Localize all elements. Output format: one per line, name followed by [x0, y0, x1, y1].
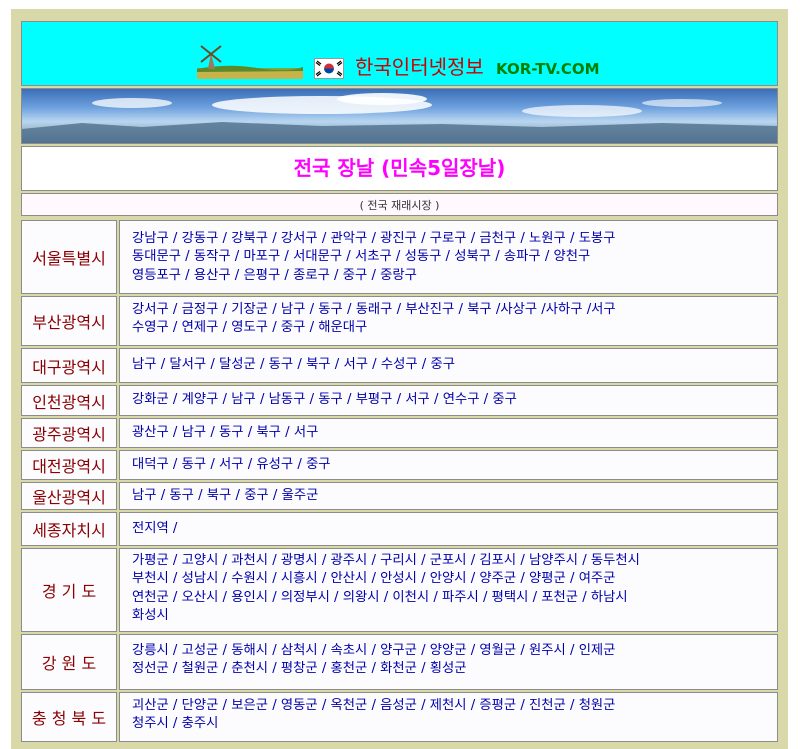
- region-row: 광주광역시 광산구 / 남구 / 동구 / 북구 / 서구: [21, 418, 778, 448]
- region-row: 서울특별시 강남구 / 강동구 / 강북구 / 강서구 / 관악구 / 광진구 …: [21, 220, 778, 294]
- district-links[interactable]: 괴산군 / 단양군 / 보은군 / 영동군 / 옥천군 / 음성군 / 제천시 …: [132, 697, 769, 715]
- district-cell: 대덕구 / 동구 / 서구 / 유성구 / 중구: [119, 450, 778, 480]
- region-row: 부산광역시 강서구 / 금정구 / 기장군 / 남구 / 동구 / 동래구 / …: [21, 296, 778, 346]
- region-label: 세종자치시: [21, 512, 117, 546]
- region-label: 광주광역시: [21, 418, 117, 448]
- site-name[interactable]: 한국인터넷정보: [355, 55, 484, 79]
- district-links[interactable]: 대덕구 / 동구 / 서구 / 유성구 / 중구: [132, 456, 769, 474]
- region-label: 울산광역시: [21, 482, 117, 510]
- district-links[interactable]: 강릉시 / 고성군 / 동해시 / 삼척시 / 속초시 / 양구군 / 양양군 …: [132, 642, 769, 660]
- region-row: 울산광역시 남구 / 동구 / 북구 / 중구 / 울주군: [21, 482, 778, 510]
- region-row: 대구광역시 남구 / 달서구 / 달성군 / 동구 / 북구 / 서구 / 수성…: [21, 348, 778, 383]
- page-title: 전국 장날 (민속5일장날): [293, 156, 506, 180]
- district-links[interactable]: 강서구 / 금정구 / 기장군 / 남구 / 동구 / 동래구 / 부산진구 /…: [132, 301, 769, 319]
- district-links[interactable]: 가평군 / 고양시 / 과천시 / 광명시 / 광주시 / 구리시 / 군포시 …: [132, 552, 769, 570]
- region-row: 강 원 도 강릉시 / 고성군 / 동해시 / 삼척시 / 속초시 / 양구군 …: [21, 634, 778, 690]
- district-links[interactable]: 남구 / 달서구 / 달성군 / 동구 / 북구 / 서구 / 수성구 / 중구: [132, 356, 769, 374]
- district-links[interactable]: 화성시: [132, 607, 769, 625]
- windmill-icon: [197, 45, 303, 79]
- landscape-banner: [21, 88, 778, 144]
- district-links[interactable]: 청주시 / 충주시: [132, 715, 769, 733]
- district-cell: 강서구 / 금정구 / 기장군 / 남구 / 동구 / 동래구 / 부산진구 /…: [119, 296, 778, 346]
- district-cell: 가평군 / 고양시 / 과천시 / 광명시 / 광주시 / 구리시 / 군포시 …: [119, 548, 778, 632]
- region-label: 충 청 북 도: [21, 692, 117, 742]
- district-cell: 광산구 / 남구 / 동구 / 북구 / 서구: [119, 418, 778, 448]
- region-row: 세종자치시 전지역 /: [21, 512, 778, 546]
- clouds-landscape-icon: [22, 93, 777, 143]
- region-label: 부산광역시: [21, 296, 117, 346]
- district-cell: 강화군 / 계양구 / 남구 / 남동구 / 동구 / 부평구 / 서구 / 연…: [119, 385, 778, 416]
- region-label: 경 기 도: [21, 548, 117, 632]
- district-cell: 남구 / 달서구 / 달성군 / 동구 / 북구 / 서구 / 수성구 / 중구: [119, 348, 778, 383]
- region-row: 인천광역시 강화군 / 계양구 / 남구 / 남동구 / 동구 / 부평구 / …: [21, 385, 778, 416]
- district-links[interactable]: 강화군 / 계양구 / 남구 / 남동구 / 동구 / 부평구 / 서구 / 연…: [132, 391, 769, 409]
- district-links[interactable]: 부천시 / 성남시 / 수원시 / 시흥시 / 안산시 / 안성시 / 안양시 …: [132, 570, 769, 588]
- region-row: 경 기 도 가평군 / 고양시 / 과천시 / 광명시 / 광주시 / 구리시 …: [21, 548, 778, 632]
- korea-flag-icon: [314, 58, 344, 79]
- region-row: 대전광역시 대덕구 / 동구 / 서구 / 유성구 / 중구: [21, 450, 778, 480]
- district-links[interactable]: 강남구 / 강동구 / 강북구 / 강서구 / 관악구 / 광진구 / 구로구 …: [132, 230, 769, 248]
- region-label: 대전광역시: [21, 450, 117, 480]
- district-links[interactable]: 수영구 / 연제구 / 영도구 / 중구 / 해운대구: [132, 319, 769, 337]
- district-links[interactable]: 연천군 / 오산시 / 용인시 / 의정부시 / 의왕시 / 이천시 / 파주시…: [132, 589, 769, 607]
- region-label: 대구광역시: [21, 348, 117, 383]
- district-links[interactable]: 남구 / 동구 / 북구 / 중구 / 울주군: [132, 487, 769, 505]
- page-subtitle: ( 전국 재래시장 ): [359, 199, 440, 212]
- subtitle-cell: ( 전국 재래시장 ): [21, 193, 778, 216]
- title-cell: 전국 장날 (민속5일장날): [21, 146, 778, 191]
- district-links[interactable]: 영등포구 / 용산구 / 은평구 / 종로구 / 중구 / 중랑구: [132, 267, 769, 285]
- district-links[interactable]: 정선군 / 철원군 / 춘천시 / 평창군 / 홍천군 / 화천군 / 횡성군: [132, 660, 769, 678]
- region-label: 인천광역시: [21, 385, 117, 416]
- district-links[interactable]: 동대문구 / 동작구 / 마포구 / 서대문구 / 서초구 / 성동구 / 성북…: [132, 248, 769, 266]
- site-header: 한국인터넷정보 KOR-TV.COM: [21, 21, 778, 86]
- district-links[interactable]: 광산구 / 남구 / 동구 / 북구 / 서구: [132, 424, 769, 442]
- district-cell: 남구 / 동구 / 북구 / 중구 / 울주군: [119, 482, 778, 510]
- region-row: 충 청 북 도 괴산군 / 단양군 / 보은군 / 영동군 / 옥천군 / 음성…: [21, 692, 778, 742]
- district-cell: 괴산군 / 단양군 / 보은군 / 영동군 / 옥천군 / 음성군 / 제천시 …: [119, 692, 778, 742]
- district-cell: 강릉시 / 고성군 / 동해시 / 삼척시 / 속초시 / 양구군 / 양양군 …: [119, 634, 778, 690]
- district-links[interactable]: 전지역 /: [132, 520, 769, 538]
- site-domain[interactable]: KOR-TV.COM: [496, 59, 600, 79]
- district-cell: 강남구 / 강동구 / 강북구 / 강서구 / 관악구 / 광진구 / 구로구 …: [119, 220, 778, 294]
- region-label: 서울특별시: [21, 220, 117, 294]
- page-frame: 한국인터넷정보 KOR-TV.COM 전국 장날 (민속5일장날) ( 전국 재…: [11, 9, 788, 749]
- region-label: 강 원 도: [21, 634, 117, 690]
- district-cell: 전지역 /: [119, 512, 778, 546]
